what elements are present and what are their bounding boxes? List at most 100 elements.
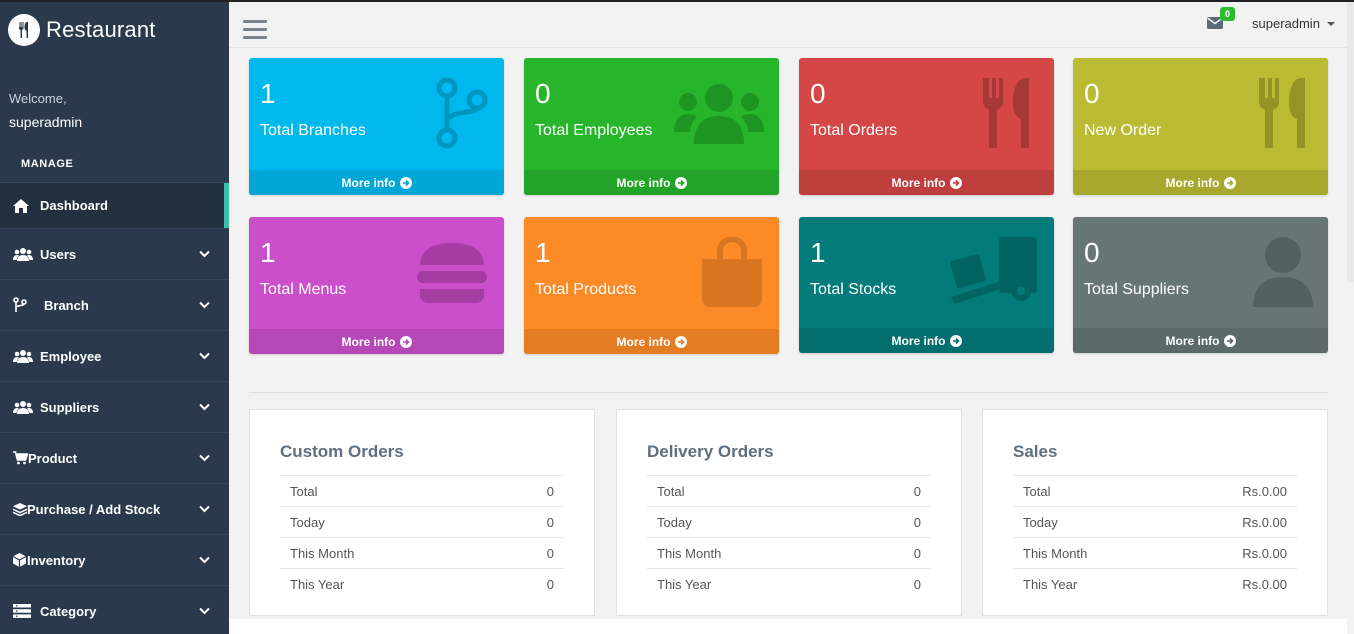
stat-box-total-employees: 0 Total Employees More info bbox=[524, 58, 779, 195]
more-info-link[interactable]: More info bbox=[249, 329, 504, 354]
users-icon bbox=[13, 348, 33, 364]
sidebar-item-suppliers[interactable]: Suppliers bbox=[0, 381, 229, 432]
brand-name: Restaurant bbox=[46, 17, 156, 42]
sidebar-item-branch[interactable]: Branch bbox=[0, 279, 229, 330]
panel-title: Custom Orders bbox=[280, 442, 404, 461]
row-label: Today bbox=[280, 506, 495, 538]
sidebar-item-dashboard[interactable]: Dashboard bbox=[0, 182, 229, 228]
stat-value: 1 bbox=[535, 237, 551, 268]
chevron-down-icon bbox=[199, 454, 210, 462]
arrow-circle-right-icon bbox=[1223, 334, 1236, 347]
sidebar-item-label: Users bbox=[40, 246, 77, 262]
row-label: Total bbox=[280, 475, 495, 507]
sidebar-item-product[interactable]: Product bbox=[0, 432, 229, 483]
sidebar-item-category[interactable]: Category bbox=[0, 585, 229, 634]
row-value: 0 bbox=[861, 475, 931, 507]
arrow-circle-right-icon bbox=[674, 335, 687, 348]
stat-label: Total Branches bbox=[260, 122, 366, 139]
row-value: 0 bbox=[494, 537, 564, 569]
section-heading: MANAGE bbox=[21, 158, 74, 170]
more-info-link[interactable]: More info bbox=[249, 170, 504, 195]
sales-panel: Sales Total Rs.0.00 Today Rs.0.00 This Mon… bbox=[982, 409, 1328, 616]
sidebar-item-purchase-add-stock[interactable]: Purchase / Add Stock bbox=[0, 483, 229, 534]
chevron-down-icon bbox=[199, 301, 210, 309]
delivery-orders-table: Total 0 Today 0 This Month 0 This Year 0 bbox=[647, 475, 931, 600]
chevron-down-icon bbox=[199, 607, 210, 615]
stat-box-total-branches: 1 Total Branches More info bbox=[249, 58, 504, 195]
more-info-label: More info bbox=[891, 175, 946, 190]
arrow-circle-right-icon bbox=[399, 176, 412, 189]
table-row: Total Rs.0.00 bbox=[1013, 475, 1297, 507]
user-menu-name: superadmin bbox=[1252, 16, 1320, 31]
menu-toggle-icon[interactable] bbox=[243, 20, 267, 40]
stat-value: 0 bbox=[535, 78, 551, 109]
more-info-link[interactable]: More info bbox=[799, 328, 1054, 353]
more-info-link[interactable]: More info bbox=[799, 170, 1054, 195]
stat-value: 0 bbox=[810, 78, 826, 109]
stat-label: Total Suppliers bbox=[1084, 281, 1189, 298]
stat-box-total-stocks: 1 Total Stocks More info bbox=[799, 217, 1054, 353]
arrow-circle-right-icon bbox=[949, 334, 962, 347]
custom-orders-panel: Custom Orders Total 0 Today 0 This Month 0 … bbox=[249, 409, 595, 616]
arrow-circle-right-icon bbox=[1223, 176, 1236, 189]
sidebar-item-label: Category bbox=[40, 603, 97, 619]
more-info-link[interactable]: More info bbox=[524, 170, 779, 195]
more-info-label: More info bbox=[616, 334, 671, 349]
custom-orders-table: Total 0 Today 0 This Month 0 This Year 0 bbox=[280, 475, 564, 600]
footer-strip bbox=[229, 619, 1347, 634]
panel-title: Sales bbox=[1013, 442, 1058, 461]
users-icon bbox=[13, 399, 33, 415]
chevron-down-icon bbox=[199, 556, 210, 564]
user-menu[interactable]: superadmin bbox=[1252, 16, 1335, 31]
table-row: This Month Rs.0.00 bbox=[1013, 537, 1297, 569]
scrollbar[interactable] bbox=[1347, 2, 1354, 282]
table-row: Total 0 bbox=[647, 475, 931, 507]
stat-label: Total Employees bbox=[535, 122, 653, 139]
table-row: Today 0 bbox=[647, 506, 931, 538]
code-branch-icon bbox=[436, 78, 488, 149]
arrow-circle-right-icon bbox=[674, 176, 687, 189]
stat-label: Total Orders bbox=[810, 122, 898, 139]
more-info-link[interactable]: More info bbox=[524, 329, 779, 354]
sidebar-item-users[interactable]: Users bbox=[0, 228, 229, 279]
sidebar-item-label: Branch bbox=[44, 297, 89, 313]
row-label: Today bbox=[1013, 506, 1174, 538]
users-icon bbox=[13, 246, 33, 262]
shopping-bag-icon bbox=[702, 237, 762, 307]
sidebar-nav: Dashboard Users Branch Employee Supplier… bbox=[0, 182, 229, 634]
chevron-down-icon bbox=[199, 352, 210, 360]
row-label: Total bbox=[1013, 475, 1174, 507]
arrow-circle-right-icon bbox=[399, 335, 412, 348]
more-info-link[interactable]: More info bbox=[1073, 170, 1328, 195]
more-info-link[interactable]: More info bbox=[1073, 328, 1328, 353]
sidebar-item-label: Employee bbox=[40, 348, 102, 364]
dolly-icon bbox=[950, 237, 1037, 304]
row-value: Rs.0.00 bbox=[1173, 568, 1297, 600]
row-value: 0 bbox=[861, 506, 931, 538]
welcome-text: Welcome, bbox=[9, 91, 67, 106]
stat-value: 1 bbox=[260, 78, 276, 109]
stat-box-total-menus: 1 Total Menus More info bbox=[249, 217, 504, 354]
cart-icon bbox=[13, 450, 28, 466]
table-row: Total 0 bbox=[280, 475, 564, 507]
table-row: Today Rs.0.00 bbox=[1013, 506, 1297, 538]
row-value: Rs.0.00 bbox=[1173, 506, 1297, 538]
row-value: 0 bbox=[494, 568, 564, 600]
chevron-down-icon bbox=[199, 250, 210, 258]
sidebar: Restaurant Welcome, superadmin MANAGE Da… bbox=[0, 0, 229, 634]
stat-box-new-order: 0 New Order More info bbox=[1073, 58, 1328, 195]
row-label: This Year bbox=[1013, 568, 1174, 600]
row-label: This Month bbox=[1013, 537, 1174, 569]
chevron-down-icon bbox=[199, 505, 210, 513]
stat-value: 0 bbox=[1084, 237, 1100, 268]
row-value: Rs.0.00 bbox=[1173, 475, 1297, 507]
sidebar-item-inventory[interactable]: Inventory bbox=[0, 534, 229, 585]
brand[interactable]: Restaurant bbox=[8, 14, 156, 46]
arrow-circle-right-icon bbox=[949, 176, 962, 189]
layers-icon bbox=[13, 501, 27, 517]
row-label: This Month bbox=[647, 537, 862, 569]
sidebar-item-employee[interactable]: Employee bbox=[0, 330, 229, 381]
sidebar-item-label: Inventory bbox=[27, 552, 86, 568]
row-value: 0 bbox=[861, 568, 931, 600]
more-info-label: More info bbox=[341, 334, 396, 349]
